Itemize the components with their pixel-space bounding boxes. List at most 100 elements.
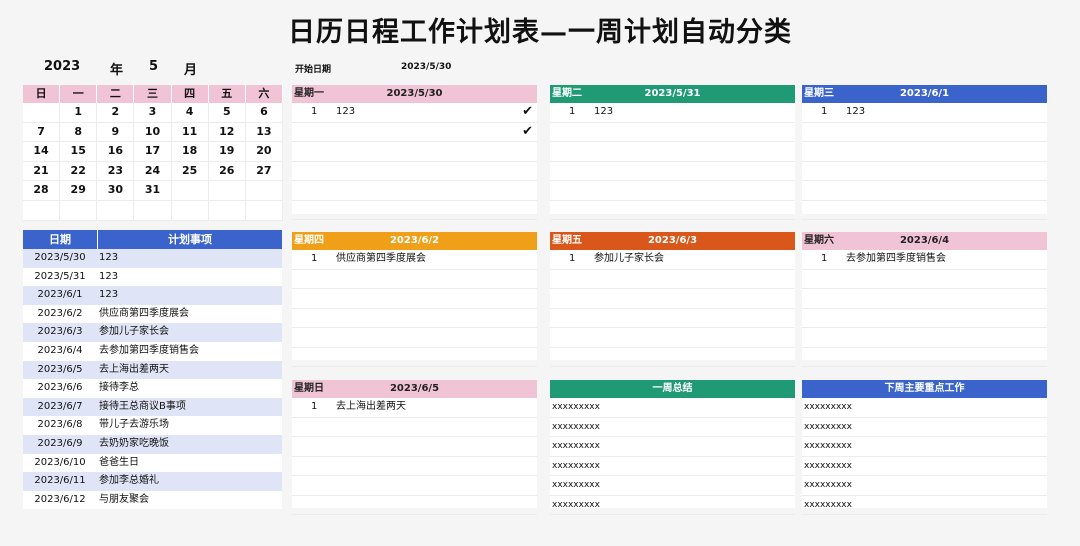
- day-task-row[interactable]: 1 123: [550, 103, 795, 123]
- calendar-day-cell[interactable]: [209, 200, 246, 220]
- day-task-row[interactable]: [292, 348, 537, 367]
- summary-row[interactable]: xxxxxxxxx: [550, 437, 795, 457]
- day-task-row[interactable]: [292, 181, 537, 201]
- day-task-row[interactable]: 1 去上海出差两天: [292, 398, 537, 418]
- schedule-row[interactable]: 2023/6/10 爸爸生日: [23, 453, 282, 473]
- calendar-day-cell[interactable]: 19: [209, 142, 246, 161]
- calendar-day-cell[interactable]: [246, 181, 283, 200]
- summary-row[interactable]: xxxxxxxxx: [550, 418, 795, 437]
- schedule-row[interactable]: 2023/6/3 参加儿子家长会: [23, 323, 282, 342]
- day-task-row[interactable]: [292, 270, 537, 289]
- calendar-day-cell[interactable]: [209, 181, 246, 200]
- schedule-row[interactable]: 2023/6/8 带儿子去游乐场: [23, 416, 282, 435]
- schedule-row[interactable]: 2023/6/9 去奶奶家吃晚饭: [23, 434, 282, 454]
- calendar-day-cell[interactable]: 6: [246, 103, 283, 122]
- calendar-day-cell[interactable]: 23: [97, 161, 135, 181]
- next-week-row[interactable]: xxxxxxxxx: [802, 398, 1047, 418]
- calendar-day-cell[interactable]: [172, 200, 209, 220]
- calendar-day-cell[interactable]: 21: [23, 161, 61, 181]
- day-task-row[interactable]: [550, 348, 795, 367]
- day-task-row[interactable]: [550, 201, 795, 220]
- calendar-day-cell[interactable]: 8: [60, 122, 98, 142]
- schedule-row[interactable]: 2023/6/1 123: [23, 286, 282, 305]
- day-task-row[interactable]: [550, 181, 795, 201]
- day-task-row[interactable]: [802, 142, 1047, 162]
- calendar-day-cell[interactable]: 29: [60, 181, 98, 200]
- day-task-row[interactable]: 1 去参加第四季度销售会: [802, 250, 1047, 270]
- calendar-day-cell[interactable]: 31: [134, 181, 172, 200]
- calendar-day-cell[interactable]: 25: [172, 161, 209, 181]
- calendar-day-cell[interactable]: [172, 181, 209, 200]
- day-task-row[interactable]: 1 123: [802, 103, 1047, 123]
- next-week-row[interactable]: xxxxxxxxx: [802, 496, 1047, 515]
- schedule-row[interactable]: 2023/5/31 123: [23, 267, 282, 287]
- year-value[interactable]: 2023: [44, 59, 80, 74]
- day-task-row[interactable]: [550, 289, 795, 309]
- calendar-day-cell[interactable]: [246, 200, 283, 220]
- next-week-row[interactable]: xxxxxxxxx: [802, 476, 1047, 496]
- calendar-day-cell[interactable]: 7: [23, 122, 61, 142]
- calendar-day-cell[interactable]: [97, 200, 135, 220]
- calendar-day-cell[interactable]: 10: [134, 122, 172, 142]
- calendar-day-cell[interactable]: 9: [97, 122, 135, 142]
- calendar-day-cell[interactable]: [60, 200, 98, 220]
- calendar-day-cell[interactable]: 17: [134, 142, 172, 161]
- day-task-row[interactable]: 1 123 ✔: [292, 103, 537, 123]
- day-task-row[interactable]: [802, 328, 1047, 348]
- calendar-day-cell[interactable]: 3: [134, 103, 172, 122]
- calendar-day-cell[interactable]: 15: [60, 142, 98, 161]
- day-task-row[interactable]: [292, 476, 537, 496]
- day-task-row[interactable]: [292, 418, 537, 437]
- next-week-row[interactable]: xxxxxxxxx: [802, 418, 1047, 437]
- calendar-day-cell[interactable]: [134, 200, 172, 220]
- day-task-row[interactable]: [550, 123, 795, 142]
- calendar-day-cell[interactable]: 30: [97, 181, 135, 200]
- day-task-row[interactable]: [292, 162, 537, 181]
- summary-row[interactable]: xxxxxxxxx: [550, 496, 795, 515]
- calendar-day-cell[interactable]: 13: [246, 122, 283, 142]
- day-task-row[interactable]: [292, 437, 537, 457]
- calendar-day-cell[interactable]: 26: [209, 161, 246, 181]
- schedule-row[interactable]: 2023/6/4 去参加第四季度销售会: [23, 341, 282, 361]
- schedule-row[interactable]: 2023/6/7 接待王总商议B事项: [23, 397, 282, 417]
- day-task-row[interactable]: [292, 309, 537, 328]
- calendar-day-cell[interactable]: 5: [209, 103, 246, 122]
- summary-row[interactable]: xxxxxxxxx: [550, 476, 795, 496]
- check-icon[interactable]: ✔: [522, 103, 533, 121]
- day-task-row[interactable]: [802, 162, 1047, 181]
- calendar-day-cell[interactable]: 20: [246, 142, 283, 161]
- day-task-row[interactable]: [802, 181, 1047, 201]
- day-task-row[interactable]: [550, 328, 795, 348]
- next-week-row[interactable]: xxxxxxxxx: [802, 437, 1047, 457]
- calendar-day-cell[interactable]: 11: [172, 122, 209, 142]
- day-task-row[interactable]: [802, 289, 1047, 309]
- summary-row[interactable]: xxxxxxxxx: [550, 398, 795, 418]
- day-task-row[interactable]: [292, 457, 537, 476]
- day-task-row[interactable]: [550, 309, 795, 328]
- calendar-day-cell[interactable]: 22: [60, 161, 98, 181]
- month-value[interactable]: 5: [149, 59, 158, 74]
- schedule-row[interactable]: 2023/5/30 123: [23, 249, 282, 268]
- schedule-row[interactable]: 2023/6/6 接待李总: [23, 379, 282, 398]
- schedule-row[interactable]: 2023/6/12 与朋友聚会: [23, 490, 282, 510]
- day-task-row[interactable]: [292, 496, 537, 515]
- calendar-day-cell[interactable]: 2: [97, 103, 135, 122]
- calendar-day-cell[interactable]: 4: [172, 103, 209, 122]
- day-task-row[interactable]: [802, 123, 1047, 142]
- day-task-row[interactable]: [802, 201, 1047, 220]
- start-date-value[interactable]: 2023/5/30: [401, 62, 451, 72]
- calendar-day-cell[interactable]: 12: [209, 122, 246, 142]
- calendar-day-cell[interactable]: 27: [246, 161, 283, 181]
- day-task-row[interactable]: [292, 142, 537, 162]
- check-icon[interactable]: ✔: [522, 123, 533, 141]
- schedule-row[interactable]: 2023/6/5 去上海出差两天: [23, 360, 282, 380]
- day-task-row[interactable]: [550, 162, 795, 181]
- calendar-day-cell[interactable]: 24: [134, 161, 172, 181]
- schedule-row[interactable]: 2023/6/2 供应商第四季度展会: [23, 304, 282, 324]
- calendar-day-cell[interactable]: 18: [172, 142, 209, 161]
- day-task-row[interactable]: [292, 201, 537, 220]
- calendar-day-cell[interactable]: 14: [23, 142, 61, 161]
- day-task-row[interactable]: [292, 289, 537, 309]
- day-task-row[interactable]: 1 参加儿子家长会: [550, 250, 795, 270]
- day-task-row[interactable]: [802, 348, 1047, 367]
